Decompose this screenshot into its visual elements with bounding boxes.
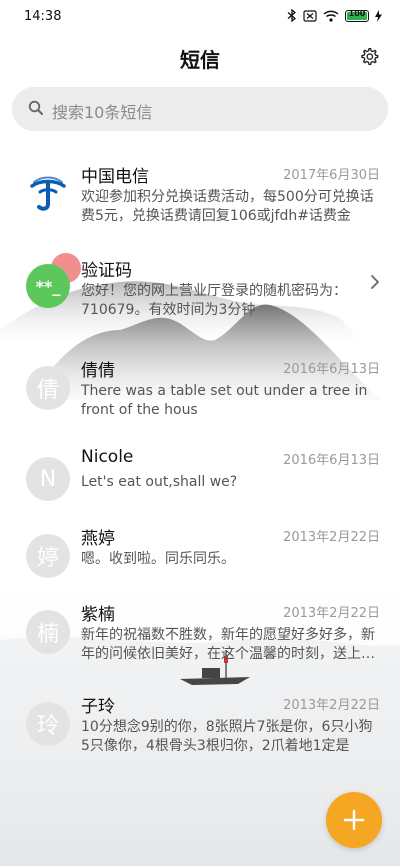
sender-name: Nicole bbox=[81, 447, 134, 467]
search-bar[interactable]: 搜索10条短信 bbox=[12, 87, 388, 131]
message-snippet: 您好！您的网上营业厅登录的随机密码为：710679。有效时间为3分钟 bbox=[81, 283, 347, 318]
avatar: 倩 bbox=[26, 366, 70, 410]
message-snippet: There was a table set out under a tree i… bbox=[81, 383, 368, 418]
message-date: 2013年2月22日 bbox=[283, 530, 380, 545]
sender-name: 燕婷 bbox=[81, 529, 115, 549]
china-telecom-logo-icon bbox=[30, 176, 66, 211]
message-item-nicole[interactable]: N Nicole 2016年6月13日 Let's eat out,shall … bbox=[0, 435, 400, 519]
message-item-yanting[interactable]: 婷 燕婷 2013年2月22日 嗯。收到啦。同乐同乐。 bbox=[0, 512, 400, 596]
status-bar: 14:38 100 bbox=[0, 0, 400, 34]
message-date: 2013年2月22日 bbox=[283, 698, 380, 713]
sender-name: 中国电信 bbox=[81, 167, 149, 187]
no-sim-icon bbox=[303, 9, 317, 22]
app-header: 短信 bbox=[0, 38, 400, 78]
avatar: N bbox=[26, 457, 70, 501]
avatar bbox=[26, 172, 70, 216]
search-icon bbox=[28, 100, 43, 115]
search-placeholder: 搜索10条短信 bbox=[52, 103, 153, 122]
chevron-right-icon[interactable] bbox=[370, 274, 380, 290]
avatar: 楠 bbox=[26, 610, 70, 654]
page-title: 短信 bbox=[180, 48, 220, 72]
message-date: 2013年2月22日 bbox=[283, 606, 380, 621]
battery-icon: 100 bbox=[345, 8, 369, 22]
message-item-verification[interactable]: **_ 验证码 您好！您的网上营业厅登录的随机密码为：710679。有效时间为3… bbox=[0, 244, 400, 328]
sender-name: 验证码 bbox=[81, 261, 132, 281]
message-snippet: Let's eat out,shall we? bbox=[81, 474, 238, 490]
sender-name: 子玲 bbox=[81, 697, 115, 717]
settings-button[interactable] bbox=[356, 44, 382, 70]
message-date: 2016年6月13日 bbox=[283, 362, 380, 377]
message-item-telecom[interactable]: 中国电信 2017年6月30日 欢迎参加积分兑换话费活动，每500分可兑换话费5… bbox=[0, 150, 400, 234]
message-item-qianqian[interactable]: 倩 倩倩 2016年6月13日 There was a table set ou… bbox=[0, 344, 400, 428]
charging-icon bbox=[375, 9, 382, 22]
gear-icon bbox=[361, 48, 379, 66]
status-icons: 100 bbox=[287, 9, 382, 22]
avatar: 婷 bbox=[26, 534, 70, 578]
avatar: **_ bbox=[26, 264, 70, 308]
message-item-ziling[interactable]: 玲 子玲 2013年2月22日 10分想念9别的你，8张照片7张是你，6只小狗5… bbox=[0, 680, 400, 764]
message-snippet: 新年的祝福数不胜数，新年的愿望好多好多，新年的问候依旧美好，在这个温馨的时刻，送… bbox=[81, 627, 375, 662]
message-snippet: 10分想念9别的你，8张照片7张是你，6只小狗5只像你，4根骨头3根归你，2爪着… bbox=[81, 719, 373, 754]
bluetooth-icon bbox=[287, 9, 297, 22]
message-item-zinan[interactable]: 楠 紫楠 2013年2月22日 新年的祝福数不胜数，新年的愿望好多好多，新年的问… bbox=[0, 588, 400, 672]
message-date: 2017年6月30日 bbox=[283, 168, 380, 183]
new-message-button[interactable] bbox=[326, 792, 382, 848]
plus-icon bbox=[343, 809, 365, 831]
wifi-icon bbox=[323, 10, 339, 22]
status-time: 14:38 bbox=[24, 9, 62, 24]
battery-level: 100 bbox=[348, 8, 366, 18]
message-snippet: 嗯。收到啦。同乐同乐。 bbox=[81, 551, 235, 567]
message-snippet: 欢迎参加积分兑换话费活动，每500分可兑换话费5元，兑换话费请回复106或jfd… bbox=[81, 189, 374, 224]
message-date: 2016年6月13日 bbox=[283, 453, 380, 468]
avatar: 玲 bbox=[26, 702, 70, 746]
sender-name: 倩倩 bbox=[81, 361, 115, 381]
sender-name: 紫楠 bbox=[81, 605, 115, 625]
